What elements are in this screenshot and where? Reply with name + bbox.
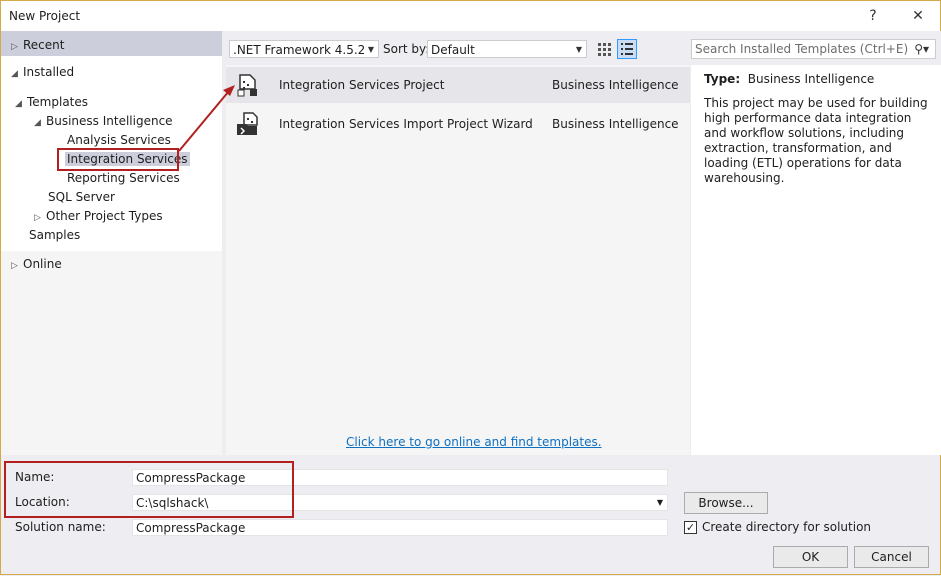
sort-dropdown[interactable]: Default ▼ [427,40,587,58]
ssis-project-icon [237,74,257,97]
tree-label: Installed [23,65,75,79]
import-wizard-icon [237,112,258,135]
solution-name-field[interactable]: CompressPackage [132,519,668,536]
search-placeholder: Search Installed Templates (Ctrl+E) [695,42,909,56]
tree-item-templates[interactable]: ◢ Templates [15,93,88,112]
chevron-down-icon: ▼ [575,45,582,54]
tree-label: Recent [23,38,65,52]
online-templates-link[interactable]: Click here to go online and find templat… [346,435,602,449]
type-value: Business Intelligence [747,72,875,86]
list-view-icon [621,43,633,55]
template-row[interactable]: Integration Services Import Project Wiza… [226,106,690,142]
tree-item-other-project-types[interactable]: ▷ Other Project Types [34,207,163,226]
template-name: Integration Services Import Project Wiza… [279,117,533,131]
tree-item-samples[interactable]: Samples [29,226,80,245]
tree-item-business-intelligence[interactable]: ◢ Business Intelligence [34,112,173,131]
tree-label: Other Project Types [46,209,163,223]
framework-dropdown[interactable]: .NET Framework 4.5.2 ▼ [229,40,379,58]
solution-name-label: Solution name: [15,520,106,534]
browse-button[interactable]: Browse... [684,492,768,514]
tree-label: Templates [27,95,89,109]
tree-item-online[interactable]: ▷ Online [11,255,62,274]
template-row[interactable]: Integration Services Project Business In… [226,67,690,103]
highlight-box-form [4,461,294,518]
highlight-box-tree [57,148,179,171]
tree-label: Business Intelligence [46,114,173,128]
window-title: New Project [9,9,81,23]
help-button[interactable]: ? [858,5,888,27]
tree-item-recent[interactable]: ▷ Recent [11,36,64,55]
sort-label: Sort by: [383,42,430,56]
sort-value: Default [431,43,475,57]
chevron-down-icon[interactable]: ▼ [657,495,663,511]
expand-arrow-icon: ▷ [11,261,18,271]
create-directory-checkbox[interactable]: ✓ [684,521,697,534]
collapse-arrow-icon: ◢ [11,69,18,79]
grid-view-button[interactable] [595,40,613,58]
framework-value: .NET Framework 4.5.2 [233,43,366,57]
type-label: Type: [704,72,741,86]
collapse-arrow-icon: ◢ [34,118,41,128]
new-project-dialog: New Project ? ✕ ▷ Recent ◢ Installed ◢ Temp… [0,0,941,575]
list-view-button[interactable] [617,39,637,59]
description-type: Type: Business Intelligence [704,72,874,86]
tree-item-installed[interactable]: ◢ Installed [11,63,74,82]
search-icon[interactable]: ⚲▾ [914,40,929,59]
title-bar: New Project ? ✕ [1,1,940,31]
description-text: This project may be used for building hi… [704,96,928,185]
cancel-button[interactable]: Cancel [854,546,929,568]
close-button[interactable]: ✕ [903,5,933,27]
grid-view-icon [598,43,611,56]
search-templates-input[interactable]: Search Installed Templates (Ctrl+E) ⚲▾ [691,39,936,59]
template-category: Business Intelligence [552,117,679,131]
template-category: Business Intelligence [552,78,679,92]
template-name: Integration Services Project [279,78,445,92]
tree-item-sql-server[interactable]: SQL Server [48,188,115,207]
expand-arrow-icon: ▷ [11,42,18,52]
chevron-down-icon: ▼ [367,45,374,54]
tree-label: Online [23,257,62,271]
template-list: Integration Services Project Business In… [226,65,690,455]
create-directory-label: Create directory for solution [702,520,872,534]
tree-item-reporting-services[interactable]: Reporting Services [67,169,180,188]
ok-button[interactable]: OK [773,546,848,568]
collapse-arrow-icon: ◢ [15,99,22,109]
description-pane: Type: Business Intelligence This project… [691,65,941,455]
